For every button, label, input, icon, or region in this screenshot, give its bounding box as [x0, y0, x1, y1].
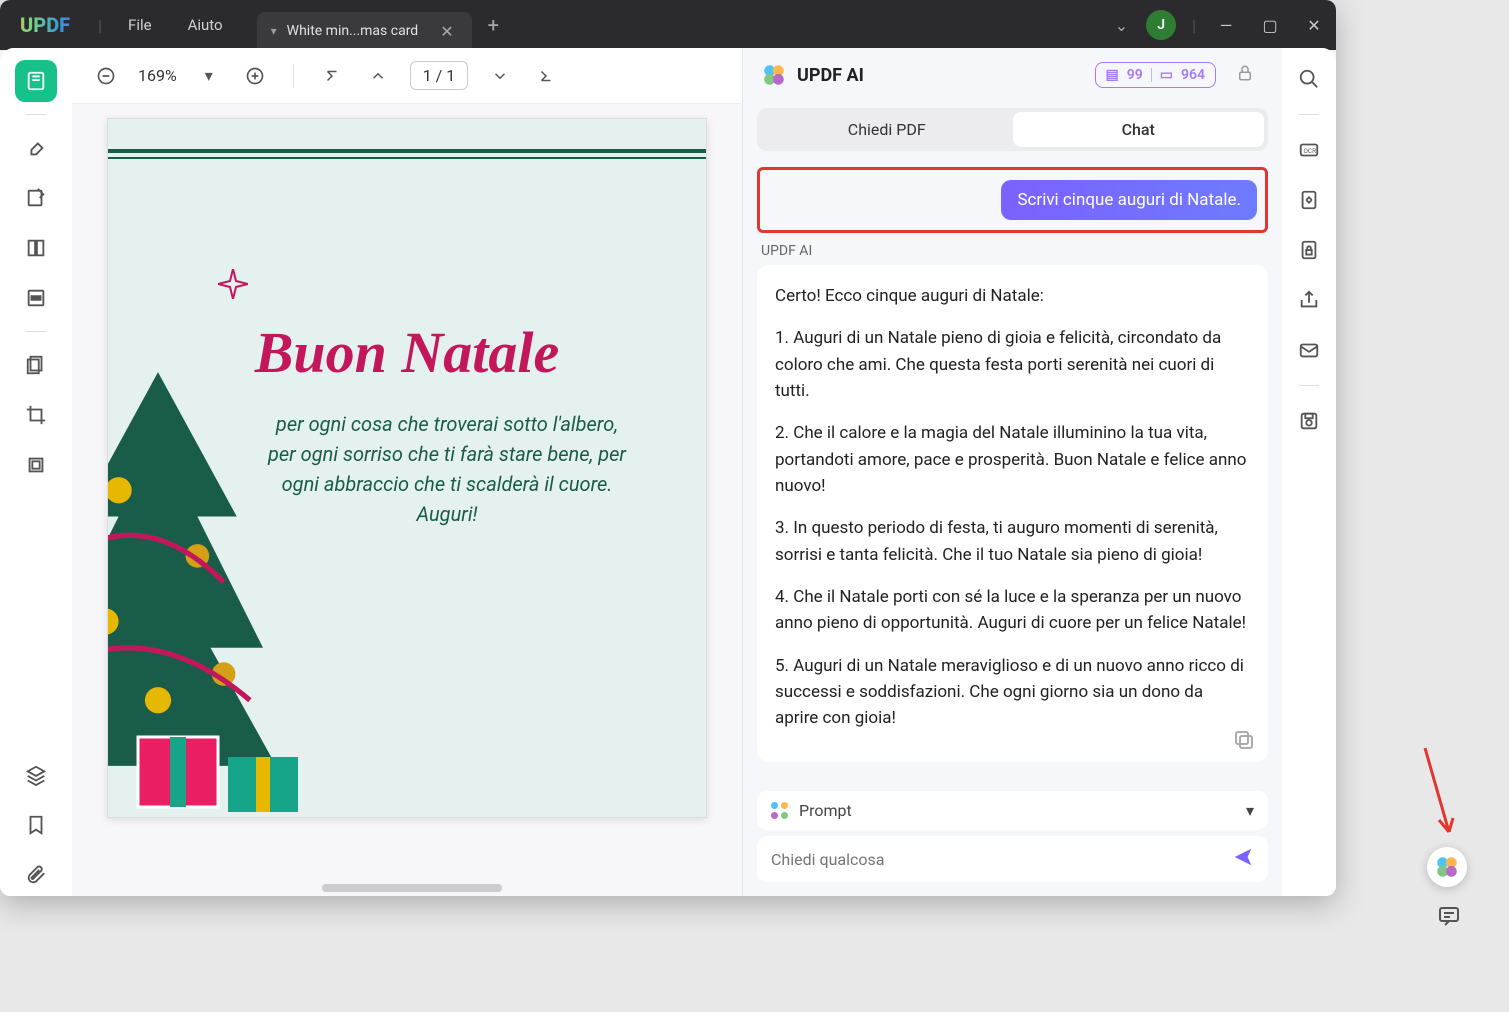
page-credit-icon: ▤: [1106, 67, 1119, 83]
right-toolbar: OCR: [1282, 48, 1336, 896]
close-button[interactable]: ✕: [1292, 16, 1336, 35]
tab-chat[interactable]: Chat: [1013, 112, 1265, 147]
email-button[interactable]: [1294, 335, 1324, 365]
attachment-button[interactable]: [15, 854, 57, 896]
edit-tool[interactable]: [15, 177, 57, 219]
document-tab[interactable]: ▾ White min...mas card ✕: [257, 12, 472, 50]
ai-response-bubble: Certo! Ecco cinque auguri di Natale: 1. …: [757, 265, 1268, 762]
document-page: Buon Natale per ogni cosa che troverai s…: [107, 118, 707, 818]
tab-ask-pdf[interactable]: Chiedi PDF: [761, 112, 1013, 147]
credits-badge[interactable]: ▤99 ▭964: [1095, 62, 1216, 88]
response-item: 2. Che il calore e la magia del Natale i…: [775, 420, 1250, 499]
convert-button[interactable]: [1294, 185, 1324, 215]
response-item: 4. Che il Natale porti con sé la luce e …: [775, 584, 1250, 637]
reader-tool[interactable]: [15, 60, 57, 102]
lock-icon[interactable]: [1226, 64, 1264, 86]
ai-float-button[interactable]: [1427, 847, 1467, 887]
close-icon[interactable]: ✕: [436, 22, 457, 41]
chevron-down-icon: ▾: [1246, 801, 1254, 820]
tab-label: White min...mas card: [287, 23, 419, 39]
separator: |: [1184, 16, 1204, 35]
ocr-button[interactable]: OCR: [1294, 135, 1324, 165]
response-item: 1. Auguri di un Natale pieno di gioia e …: [775, 325, 1250, 404]
zoom-out-button[interactable]: [92, 62, 120, 90]
chat-credit-icon: ▭: [1160, 67, 1173, 83]
next-page-button[interactable]: [486, 62, 514, 90]
prev-page-button[interactable]: [364, 62, 392, 90]
divider: [1299, 385, 1319, 386]
highlight-tool[interactable]: [15, 127, 57, 169]
chevron-down-icon: ▾: [271, 24, 277, 38]
compress-tool[interactable]: [15, 444, 57, 486]
annotation-arrow: [1417, 744, 1457, 844]
prompt-icon: [771, 802, 789, 820]
titlebar: UPDF | File Aiuto ▾ White min...mas card…: [0, 0, 1336, 50]
bookmark-button[interactable]: [15, 804, 57, 846]
highlighted-user-message: Scrivi cinque auguri di Natale.: [757, 167, 1268, 233]
search-button[interactable]: [1294, 64, 1324, 94]
minimize-button[interactable]: —: [1204, 16, 1248, 35]
gifts-illustration: [128, 677, 328, 817]
chevron-down-icon[interactable]: ⌄: [1105, 16, 1138, 35]
chat-input-row: [757, 836, 1268, 882]
divider: [26, 331, 46, 332]
left-toolbar: [0, 48, 72, 896]
prompt-selector[interactable]: Prompt ▾: [757, 791, 1268, 830]
last-page-button[interactable]: [532, 62, 560, 90]
layers-button[interactable]: [15, 754, 57, 796]
total-pages: 1: [446, 66, 455, 85]
separator: |: [90, 16, 110, 35]
menu-help[interactable]: Aiuto: [170, 16, 241, 34]
add-tab-button[interactable]: +: [472, 13, 515, 37]
updf-ai-logo-icon: [761, 62, 787, 88]
send-button[interactable]: [1232, 846, 1254, 872]
card-body: per ogni cosa che troverai sotto l'alber…: [228, 409, 666, 529]
organize-tool[interactable]: [15, 227, 57, 269]
app-logo: UPDF: [0, 13, 90, 37]
user-message-bubble: Scrivi cinque auguri di Natale.: [1001, 180, 1257, 220]
chat-body: Scrivi cinque auguri di Natale. UPDF AI …: [743, 161, 1282, 781]
first-page-button[interactable]: [318, 62, 346, 90]
ai-sender-label: UPDF AI: [761, 243, 1264, 259]
page-separator: /: [436, 66, 443, 85]
response-intro: Certo! Ecco cinque auguri di Natale:: [775, 283, 1250, 309]
chat-input[interactable]: [771, 850, 1232, 869]
save-button[interactable]: [1294, 406, 1324, 436]
divider: [293, 64, 294, 88]
chevron-down-icon[interactable]: ▾: [195, 62, 223, 90]
current-page: 1: [423, 66, 432, 85]
document-viewport[interactable]: Buon Natale per ogni cosa che troverai s…: [72, 104, 742, 896]
protect-button[interactable]: [1294, 235, 1324, 265]
zoom-level[interactable]: 169%: [138, 66, 177, 85]
response-item: 3. In questo periodo di festa, ti auguro…: [775, 515, 1250, 568]
maximize-button[interactable]: ▢: [1248, 16, 1292, 35]
card-title: Buon Natale: [108, 319, 706, 386]
menu-file[interactable]: File: [110, 16, 170, 34]
response-item: 5. Auguri di un Natale meraviglioso e di…: [775, 653, 1250, 732]
zoom-in-button[interactable]: [241, 62, 269, 90]
copy-button[interactable]: [1232, 728, 1256, 752]
ai-panel: UPDF AI ▤99 ▭964 Chiedi PDF Chat Scrivi …: [742, 48, 1282, 896]
user-avatar[interactable]: J: [1146, 10, 1176, 40]
view-toolbar: 169% ▾ 1 / 1: [72, 48, 742, 104]
ai-panel-title: UPDF AI: [797, 65, 1085, 86]
page-indicator[interactable]: 1 / 1: [410, 61, 469, 90]
star-decoration: [218, 269, 248, 299]
redact-tool[interactable]: [15, 277, 57, 319]
comment-float-button[interactable]: [1437, 904, 1461, 932]
prompt-label: Prompt: [799, 801, 852, 820]
pages-tool[interactable]: [15, 344, 57, 386]
crop-tool[interactable]: [15, 394, 57, 436]
ai-tabs: Chiedi PDF Chat: [757, 108, 1268, 151]
horizontal-scrollbar[interactable]: [322, 884, 502, 892]
share-button[interactable]: [1294, 285, 1324, 315]
divider: [26, 114, 46, 115]
svg-text:OCR: OCR: [1304, 147, 1317, 155]
divider: [1299, 114, 1319, 115]
